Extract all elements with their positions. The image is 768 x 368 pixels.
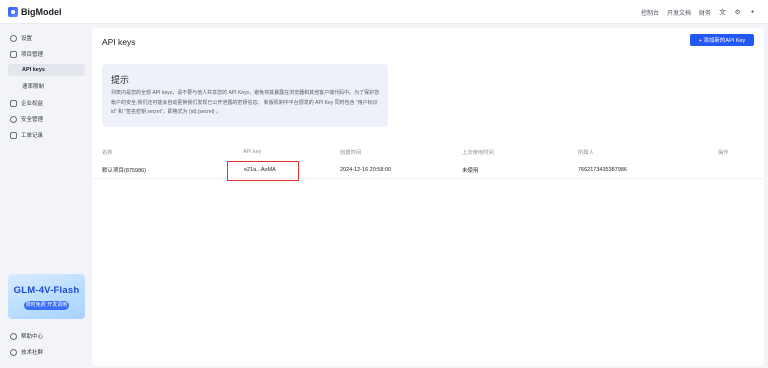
nav-docs[interactable]: 开发文档 — [667, 8, 691, 17]
sidebar-item-community[interactable]: 技术社群 — [10, 346, 43, 358]
header-last-used: 上次使用时间 — [462, 150, 494, 156]
logo-icon — [8, 7, 18, 17]
notice-box: 提示 列表内是您的全部 API keys，请不要与他人共享您的 API Keys… — [102, 64, 388, 127]
logo-text: BigModel — [21, 7, 62, 17]
add-api-key-button[interactable]: + 添加新的API Key — [690, 34, 754, 46]
sidebar-item-security[interactable]: 安全管理 — [10, 113, 43, 125]
sidebar-item-label: 项目管理 — [21, 52, 44, 58]
sidebar-item-tickets[interactable]: 工单记录 — [10, 129, 43, 141]
sidebar-item-settings[interactable]: 设置 — [10, 32, 32, 44]
sidebar-item-rate-limit[interactable]: 速率限制 — [8, 80, 85, 92]
settings-icon[interactable]: ⚙ — [734, 9, 741, 16]
user-icon[interactable]: ● — [749, 9, 756, 16]
sidebar-item-enterprise[interactable]: 企业权益 — [10, 97, 43, 109]
promo-title: GLM-4V-Flash — [13, 285, 80, 296]
header-created: 创建时间 — [340, 150, 362, 156]
notice-title: 提示 — [111, 75, 130, 85]
logo[interactable]: BigModel — [8, 6, 62, 18]
community-icon — [10, 348, 17, 356]
row-name: 默认项目(875986) — [102, 167, 147, 174]
settings-icon — [10, 34, 17, 42]
sidebar-item-help[interactable]: 帮助中心 — [10, 330, 43, 342]
row-owner: 7662173435387986 — [578, 166, 627, 173]
header-owner: 所属人 — [578, 150, 594, 156]
sidebar-item-label: API keys — [22, 67, 45, 73]
table-row: 默认项目(875986) e21a...AoMA 2024-12-16 20:5… — [92, 161, 764, 179]
header-name: 名称 — [102, 150, 113, 156]
sidebar-item-projects[interactable]: 项目管理 — [10, 48, 43, 60]
table-header: 名称 API key 创建时间 上次使用时间 所属人 操作 — [92, 146, 764, 158]
nav-console[interactable]: 控制台 — [641, 8, 659, 17]
folder-icon — [10, 50, 17, 58]
row-created: 2024-12-16 20:58:00 — [340, 166, 392, 173]
promo-button[interactable]: 限时免费 开发调用 — [24, 301, 69, 310]
language-icon[interactable]: 文 — [719, 9, 726, 16]
lock-icon — [10, 115, 17, 123]
header-actions: 操作 — [718, 150, 729, 156]
main-panel: API keys + 添加新的API Key 提示 列表内是您的全部 API k… — [92, 28, 764, 366]
api-key-highlight-box — [227, 161, 299, 181]
sidebar-item-api-keys[interactable]: API keys — [8, 64, 85, 76]
page-title: API keys — [102, 37, 136, 47]
top-bar: BigModel 控制台 开发文档 财务 文 ⚙ ● — [0, 0, 768, 24]
sidebar-item-label: 安全管理 — [21, 117, 44, 123]
nav-finance[interactable]: 财务 — [699, 8, 711, 17]
notice-body: 列表内是您的全部 API keys，请不要与他人共享您的 API Keys，避免… — [111, 90, 380, 115]
sidebar-item-label: 技术社群 — [21, 350, 44, 356]
sidebar-item-label: 企业权益 — [21, 101, 44, 107]
sidebar-item-label: 工单记录 — [21, 133, 44, 139]
sidebar-item-label: 帮助中心 — [21, 334, 44, 340]
header-api-key: API key — [243, 149, 262, 155]
sidebar: 设置 项目管理 API keys 速率限制 企业权益 安全管理 工单记录 GLM… — [0, 24, 92, 368]
sidebar-item-label: 速率限制 — [22, 84, 45, 90]
sidebar-item-label: 设置 — [21, 36, 33, 42]
help-icon — [10, 332, 17, 340]
promo-banner[interactable]: GLM-4V-Flash 限时免费 开发调用 — [8, 274, 85, 319]
top-nav: 控制台 开发文档 财务 文 ⚙ ● — [641, 0, 756, 24]
ticket-icon — [10, 131, 17, 139]
building-icon — [10, 99, 17, 107]
row-last-used: 未使用 — [462, 167, 479, 174]
